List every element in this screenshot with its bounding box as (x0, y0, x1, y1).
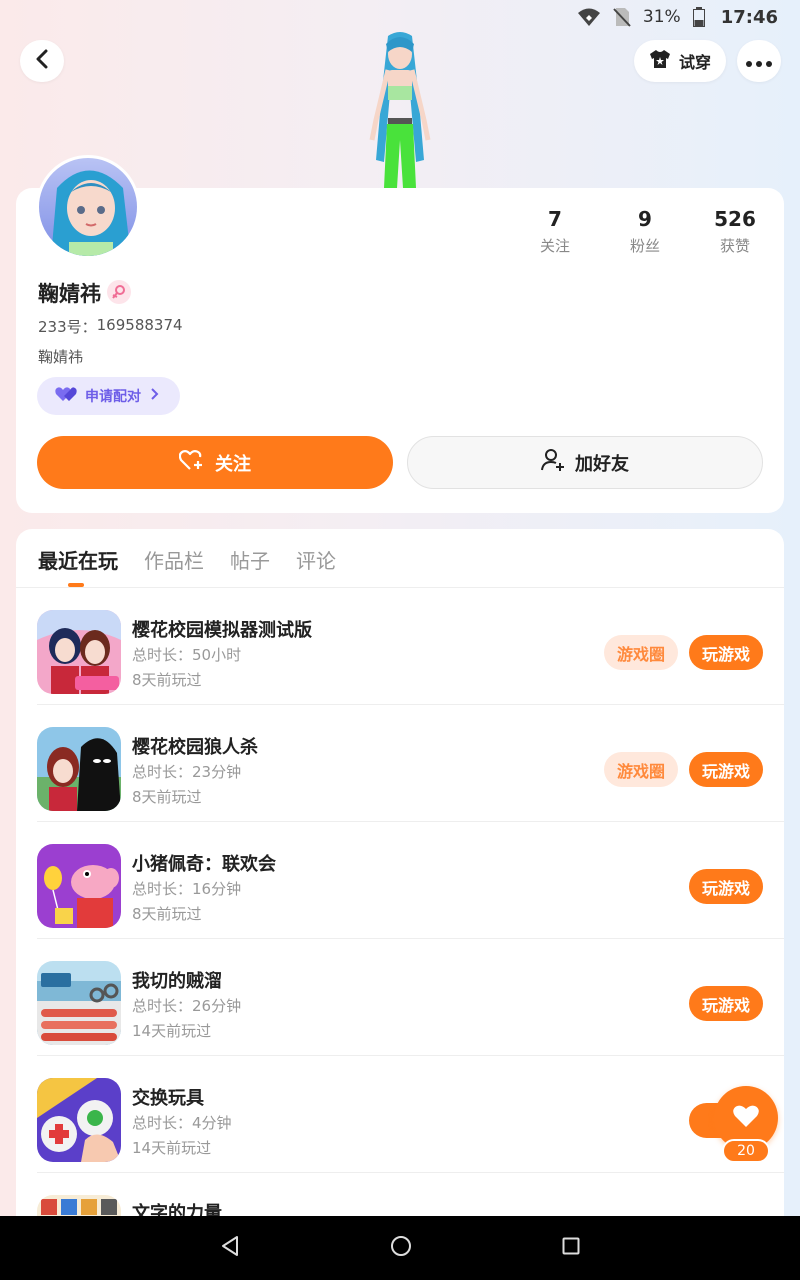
status-bar: 31% 17:46 (0, 0, 800, 34)
apply-pair-button[interactable]: 申请配对 (37, 377, 180, 415)
game-circle-button[interactable]: 游戏圈 (604, 635, 678, 670)
play-duration: 总时长：50小时 (132, 646, 242, 664)
wifi-icon (577, 7, 601, 27)
female-icon (107, 280, 131, 304)
likes-stat[interactable]: 526 获赞 (690, 205, 780, 256)
game-title: 文字的力量 (132, 1203, 222, 1216)
list-item[interactable]: 樱花校园狼人杀 总时长：23分钟 8天前玩过 游戏圈 玩游戏 (37, 705, 784, 822)
user-id-value: 169588374 (96, 316, 183, 334)
play-game-button[interactable]: 玩游戏 (689, 986, 763, 1021)
more-dots-icon (746, 52, 772, 71)
list-item[interactable]: 樱花校园模拟器测试版 总时长：50小时 8天前玩过 游戏圈 玩游戏 (37, 588, 784, 705)
tab-comments[interactable]: 评论 (296, 545, 336, 577)
username: 鞠婧祎 (38, 282, 101, 306)
back-arrow-icon (34, 49, 50, 73)
user-id: 233号： 169588374 (38, 316, 183, 337)
avatar[interactable] (36, 155, 140, 259)
heart-plus-icon (178, 449, 205, 476)
word-power-icon[interactable] (37, 1195, 121, 1216)
tab-recently-played[interactable]: 最近在玩 (38, 545, 118, 577)
follow-label: 关注 (215, 453, 251, 475)
play-duration: 总时长：26分钟 (132, 997, 242, 1015)
last-played: 14天前玩过 (132, 1139, 212, 1157)
avatar-3d-figure[interactable] (350, 30, 450, 190)
system-nav-bar (0, 1216, 800, 1280)
last-played: 8天前玩过 (132, 788, 202, 806)
user-bio: 鞠婧祎 (38, 348, 84, 366)
followers-count: 9 (638, 207, 652, 231)
profile-stats: 7 关注 9 粉丝 526 获赞 (510, 205, 780, 256)
game-title: 樱花校园狼人杀 (132, 737, 258, 758)
play-game-button[interactable]: 玩游戏 (689, 635, 763, 670)
list-item[interactable]: 文字的力量 (37, 1173, 784, 1216)
game-title: 我切的贼溜 (132, 971, 222, 992)
sakura-werewolf-icon[interactable] (37, 727, 121, 811)
followers-stat[interactable]: 9 粉丝 (600, 205, 690, 256)
peppa-pig-icon[interactable] (37, 844, 121, 928)
cutting-game-icon[interactable] (37, 961, 121, 1045)
sakura-test-icon[interactable] (37, 610, 121, 694)
like-count-badge: 20 (722, 1139, 770, 1163)
nav-back-icon[interactable] (220, 1235, 240, 1261)
play-duration: 总时长：16分钟 (132, 880, 242, 898)
game-title: 交换玩具 (132, 1088, 204, 1109)
nav-home-icon[interactable] (390, 1235, 412, 1261)
no-sim-icon (613, 7, 631, 27)
game-circle-button[interactable]: 游戏圈 (604, 752, 678, 787)
following-stat[interactable]: 7 关注 (510, 205, 600, 256)
battery-text: 31% (642, 7, 681, 27)
more-options-button[interactable] (737, 40, 781, 82)
list-item[interactable]: 交换玩具 总时长：4分钟 14天前玩过 玩 (37, 1056, 784, 1173)
back-button[interactable] (20, 40, 64, 82)
add-friend-label: 加好友 (575, 453, 629, 475)
play-duration: 总时长：4分钟 (132, 1114, 232, 1132)
try-on-button[interactable]: 试穿 (634, 40, 726, 82)
play-duration: 总时长：23分钟 (132, 763, 242, 781)
likes-label: 获赞 (719, 237, 750, 255)
user-id-label: 233号： (38, 318, 97, 336)
likes-count: 526 (714, 207, 756, 231)
follow-button[interactable]: 关注 (37, 436, 393, 489)
chevron-right-icon (149, 387, 159, 405)
nav-recents-icon[interactable] (562, 1237, 580, 1259)
last-played: 8天前玩过 (132, 671, 202, 689)
list-item[interactable]: 我切的贼溜 总时长：26分钟 14天前玩过 玩游戏 (37, 939, 784, 1056)
apply-pair-label: 申请配对 (85, 389, 141, 405)
following-label: 关注 (539, 237, 570, 255)
heart-icon (732, 1104, 760, 1132)
battery-icon (692, 7, 705, 27)
last-played: 8天前玩过 (132, 905, 202, 923)
clock: 17:46 (720, 6, 778, 28)
try-on-label: 试穿 (678, 53, 711, 72)
game-title: 樱花校园模拟器测试版 (132, 620, 312, 641)
following-count: 7 (548, 207, 562, 231)
list-item[interactable]: 小猪佩奇：联欢会 总时长：16分钟 8天前玩过 玩游戏 (37, 822, 784, 939)
play-game-button[interactable]: 玩游戏 (689, 869, 763, 904)
shirt-icon (649, 49, 671, 73)
swap-toys-icon[interactable] (37, 1078, 121, 1162)
profile-tabs: 最近在玩 作品栏 帖子 评论 (38, 545, 336, 577)
add-friend-button[interactable]: 加好友 (407, 436, 763, 489)
tab-posts[interactable]: 帖子 (230, 545, 270, 577)
followers-label: 粉丝 (629, 237, 660, 255)
game-title: 小猪佩奇：联欢会 (132, 854, 276, 875)
add-person-icon (541, 448, 565, 477)
last-played: 14天前玩过 (132, 1022, 212, 1040)
double-heart-icon (55, 386, 77, 406)
tab-works[interactable]: 作品栏 (144, 545, 204, 577)
play-game-button[interactable]: 玩游戏 (689, 752, 763, 787)
